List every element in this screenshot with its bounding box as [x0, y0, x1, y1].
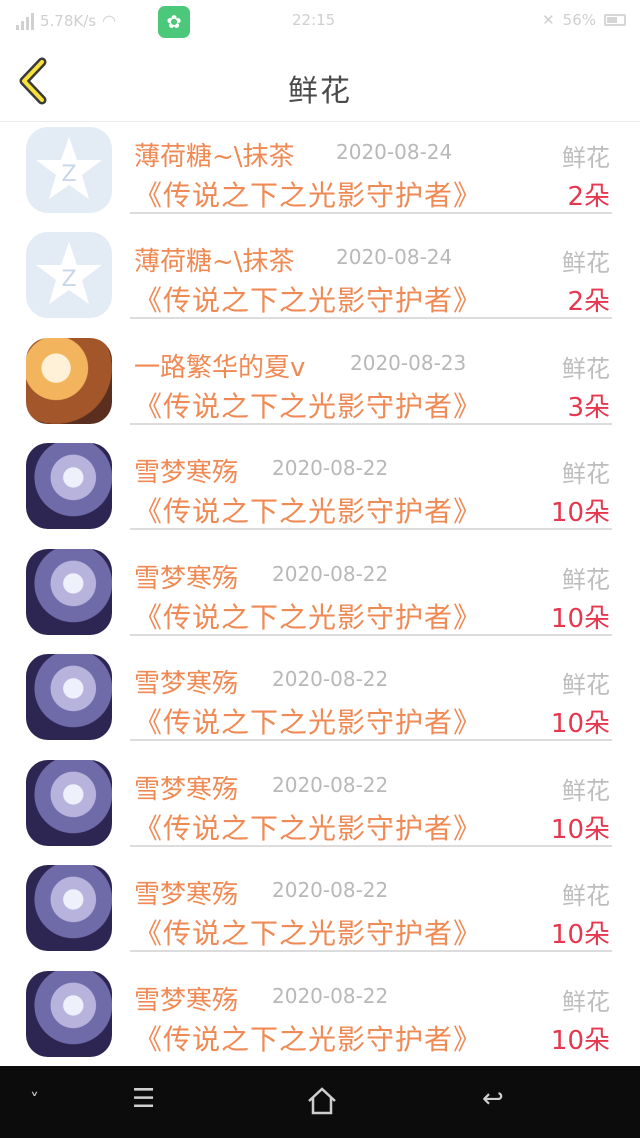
divider	[130, 317, 612, 319]
flower-label: 鲜花	[562, 671, 610, 699]
list-item[interactable]: 雪梦寒殇 2020-08-22 鲜花 《传说之下之光影守护者》 10朵	[0, 860, 640, 966]
list-item[interactable]: 雪梦寒殇 2020-08-22 鲜花 《传说之下之光影守护者》 10朵	[0, 649, 640, 755]
flower-count: 3朵	[567, 393, 610, 423]
avatar[interactable]	[26, 443, 112, 529]
date-text: 2020-08-22	[272, 773, 389, 797]
divider	[130, 739, 612, 741]
status-left: 5.78K/s ◠	[16, 11, 116, 30]
divider	[130, 423, 612, 425]
flower-count: 10朵	[550, 709, 610, 739]
flower-label: 鲜花	[562, 988, 610, 1016]
flower-label: 鲜花	[562, 144, 610, 172]
book-title[interactable]: 《传说之下之光影守护者》	[134, 701, 482, 741]
user-name[interactable]: 雪梦寒殇	[134, 663, 238, 700]
user-name[interactable]: 雪梦寒殇	[134, 769, 238, 806]
avatar[interactable]	[26, 971, 112, 1057]
book-title[interactable]: 《传说之下之光影守护者》	[134, 912, 482, 952]
flower-label: 鲜花	[562, 460, 610, 488]
menu-icon[interactable]: ☰	[132, 1084, 155, 1114]
qq-zone-star-icon: Z	[36, 137, 102, 199]
list-item[interactable]: Z 薄荷糖~\抹茶 2020-08-24 鲜花 《传说之下之光影守护者》 2朵	[0, 227, 640, 333]
list-item[interactable]: 雪梦寒殇 2020-08-22 鲜花 《传说之下之光影守护者》 10朵	[0, 755, 640, 861]
list-item[interactable]: 雪梦寒殇 2020-08-22 鲜花 《传说之下之光影守护者》 10朵	[0, 966, 640, 1066]
flower-count: 10朵	[550, 920, 610, 950]
flower-label: 鲜花	[562, 777, 610, 805]
user-name[interactable]: 雪梦寒殇	[134, 980, 238, 1017]
svg-text:Z: Z	[61, 162, 76, 187]
user-name[interactable]: 雪梦寒殇	[134, 452, 238, 489]
divider	[130, 212, 612, 214]
wifi-icon: ◠	[102, 11, 117, 30]
avatar[interactable]: Z	[26, 127, 112, 213]
svg-text:Z: Z	[61, 267, 76, 292]
book-title[interactable]: 《传说之下之光影守护者》	[134, 596, 482, 636]
book-title[interactable]: 《传说之下之光影守护者》	[134, 385, 482, 425]
divider	[130, 845, 612, 847]
avatar[interactable]	[26, 760, 112, 846]
flower-count: 10朵	[550, 815, 610, 845]
network-speed: 5.78K/s	[40, 11, 97, 30]
flower-count: 2朵	[567, 287, 610, 317]
book-title[interactable]: 《传说之下之光影守护者》	[134, 807, 482, 847]
flower-label: 鲜花	[562, 249, 610, 277]
flower-count: 10朵	[550, 1026, 610, 1056]
divider	[130, 528, 612, 530]
app-header: 鲜花	[0, 42, 640, 122]
battery-percent: 56%	[562, 11, 596, 29]
avatar[interactable]	[26, 654, 112, 740]
qq-zone-star-icon: Z	[36, 242, 102, 304]
book-title[interactable]: 《传说之下之光影守护者》	[134, 279, 482, 319]
list-item[interactable]: 雪梦寒殇 2020-08-22 鲜花 《传说之下之光影守护者》 10朵	[0, 544, 640, 650]
date-text: 2020-08-22	[272, 984, 389, 1008]
list-item[interactable]: 雪梦寒殇 2020-08-22 鲜花 《传说之下之光影守护者》 10朵	[0, 438, 640, 544]
mute-icon: ✕	[542, 11, 555, 29]
avatar[interactable]: Z	[26, 232, 112, 318]
flower-label: 鲜花	[562, 882, 610, 910]
date-text: 2020-08-22	[272, 667, 389, 691]
date-text: 2020-08-23	[350, 351, 467, 375]
divider	[130, 950, 612, 952]
book-title[interactable]: 《传说之下之光影守护者》	[134, 174, 482, 214]
flower-count: 10朵	[550, 498, 610, 528]
book-title[interactable]: 《传说之下之光影守护者》	[134, 490, 482, 530]
date-text: 2020-08-24	[336, 140, 453, 164]
avatar[interactable]	[26, 549, 112, 635]
date-text: 2020-08-22	[272, 878, 389, 902]
date-text: 2020-08-22	[272, 456, 389, 480]
clock: 22:15	[292, 11, 336, 29]
book-title[interactable]: 《传说之下之光影守护者》	[134, 1018, 482, 1058]
system-nav-bar: ˅ ☰ ↩	[0, 1066, 640, 1138]
user-name[interactable]: 雪梦寒殇	[134, 874, 238, 911]
flower-label: 鲜花	[562, 566, 610, 594]
page-title: 鲜花	[288, 74, 352, 109]
date-text: 2020-08-24	[336, 245, 453, 269]
flower-count: 10朵	[550, 604, 610, 634]
user-name[interactable]: 雪梦寒殇	[134, 558, 238, 595]
status-bar: 5.78K/s ◠ ✿ 22:15 ✕ 56%	[0, 0, 640, 42]
user-name[interactable]: 一路繁华的夏v	[134, 347, 305, 384]
flower-record-list: Z 薄荷糖~\抹茶 2020-08-24 鲜花 《传说之下之光影守护者》 2朵 …	[0, 122, 640, 1066]
flower-label: 鲜花	[562, 355, 610, 383]
list-item[interactable]: Z 薄荷糖~\抹茶 2020-08-24 鲜花 《传说之下之光影守护者》 2朵	[0, 122, 640, 228]
user-name[interactable]: 薄荷糖~\抹茶	[134, 241, 295, 278]
battery-icon	[604, 14, 626, 26]
avatar[interactable]	[26, 865, 112, 951]
user-name[interactable]: 薄荷糖~\抹茶	[134, 136, 295, 173]
list-item[interactable]: 一路繁华的夏v 2020-08-23 鲜花 《传说之下之光影守护者》 3朵	[0, 333, 640, 439]
flower-count: 2朵	[567, 182, 610, 212]
back-arrow-icon[interactable]: ↩	[482, 1084, 504, 1114]
signal-icon	[16, 12, 34, 30]
status-right: ✕ 56%	[542, 11, 626, 29]
app-notification-icon: ✿	[158, 6, 190, 38]
date-text: 2020-08-22	[272, 562, 389, 586]
avatar[interactable]	[26, 338, 112, 424]
home-icon[interactable]	[306, 1086, 338, 1116]
divider	[130, 634, 612, 636]
chevron-down-icon[interactable]: ˅	[30, 1090, 39, 1111]
